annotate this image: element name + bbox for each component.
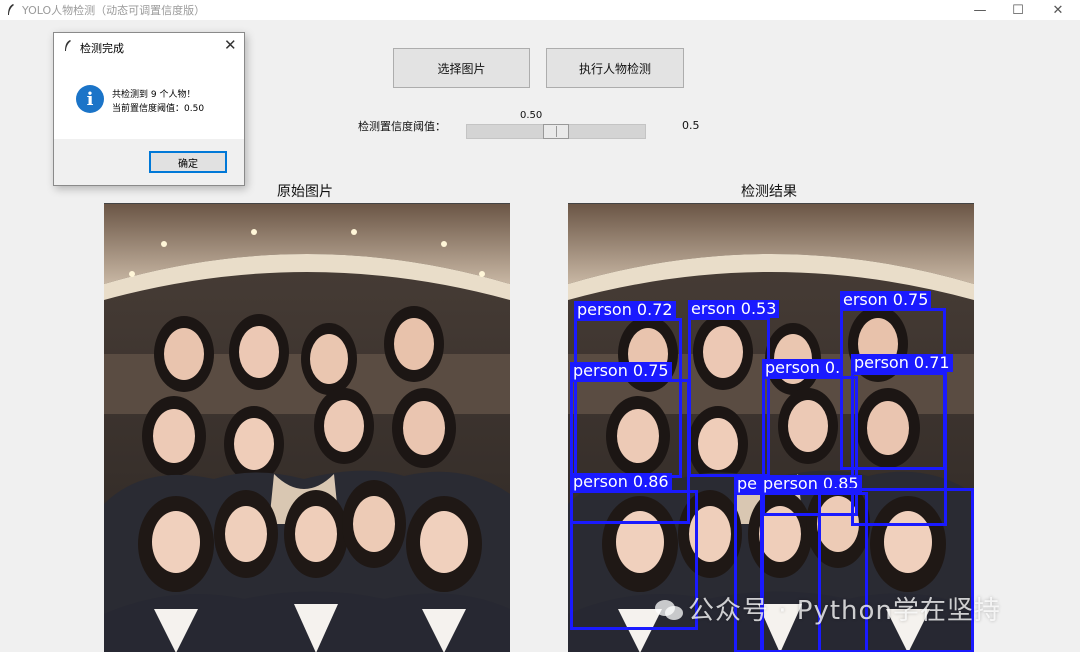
detection-label: person 0.75 [570, 362, 672, 380]
detection-label: person 0.71 [851, 354, 953, 372]
threshold-label: 检测置信度阈值： [358, 120, 446, 133]
detection-result-image: person 0.72 erson 0.53 erson 0.75 person… [568, 203, 974, 652]
select-image-button[interactable]: 选择图片 [393, 48, 530, 88]
detection-label: person 0.86 [570, 473, 672, 491]
wechat-icon [655, 600, 683, 620]
dialog-feather-icon [65, 40, 71, 51]
ok-button[interactable]: 确定 [149, 151, 227, 173]
close-window-button[interactable]: ✕ [1038, 0, 1078, 20]
threshold-value-display: 0.5 [682, 119, 700, 132]
detection-label: erson 0.75 [840, 291, 932, 309]
slider-value-label: 0.50 [520, 110, 543, 121]
info-icon: i [76, 85, 104, 113]
maximize-button[interactable]: ☐ [998, 0, 1038, 20]
detection-label: person 0.72 [574, 301, 676, 319]
result-image-title: 检测结果 [741, 184, 797, 200]
dialog-close-button[interactable]: ✕ [224, 36, 237, 54]
detection-label: pe [734, 475, 760, 493]
group-photo-illustration [104, 204, 510, 652]
dialog-footer: 确定 [54, 139, 244, 185]
detection-box [688, 317, 770, 477]
dialog-title: 检测完成 [80, 42, 124, 55]
window-title: YOLO人物检测（动态可调置信度版） [22, 4, 206, 17]
run-detection-button[interactable]: 执行人物检测 [546, 48, 684, 88]
detection-label: person 0. [762, 359, 844, 377]
window-titlebar: YOLO人物检测（动态可调置信度版） — ☐ ✕ [0, 0, 1080, 20]
dialog-message-threshold: 当前置信度阈值：0.50 [112, 104, 205, 114]
detection-box [818, 488, 974, 652]
dialog-message-count: 共检测到 9 个人物！ [112, 90, 196, 100]
detection-complete-dialog: 检测完成 ✕ i 共检测到 9 个人物！ 当前置信度阈值：0.50 确定 [53, 32, 245, 186]
threshold-slider-thumb[interactable] [543, 124, 569, 139]
original-image [104, 203, 510, 652]
app-feather-icon [8, 4, 14, 15]
original-image-title: 原始图片 [277, 184, 333, 200]
watermark-text: 公众号 · Python学在坚持 [688, 596, 1001, 626]
minimize-button[interactable]: — [960, 0, 1000, 20]
detection-label: erson 0.53 [688, 300, 780, 318]
